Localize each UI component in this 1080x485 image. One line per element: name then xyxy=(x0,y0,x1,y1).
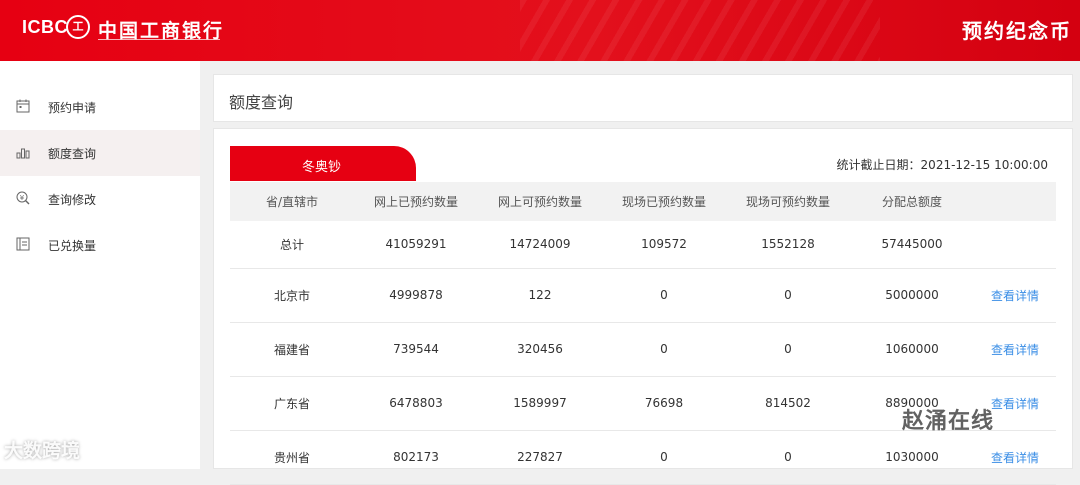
view-details-link[interactable]: 查看详情 xyxy=(974,322,1056,376)
table-cell: 0 xyxy=(784,342,792,356)
table-cell: 739544 xyxy=(393,342,439,356)
page-title-bar: 额度查询 xyxy=(213,74,1073,122)
column-header: 现场已预约数量 xyxy=(621,195,706,209)
table-cell: 4999878 xyxy=(389,288,443,302)
sidebar: 预约申请 额度查询 ¥ 查询修改 已兑换量 xyxy=(0,61,200,469)
table-cell: 0 xyxy=(660,342,668,356)
table-row-total: 总计 41059291 14724009 109572 1552128 5744… xyxy=(230,221,1056,268)
table-cell: 1589997 xyxy=(513,396,567,410)
sidebar-item-reservation[interactable]: 预约申请 xyxy=(0,84,200,130)
header-decoration xyxy=(520,0,880,61)
table-cell: 814502 xyxy=(765,396,811,410)
tab-winter-olympics-note[interactable]: 冬奥钞 xyxy=(230,146,416,181)
sidebar-item-label: 已兑换量 xyxy=(48,239,97,253)
calendar-icon xyxy=(16,99,30,113)
sidebar-item-label: 查询修改 xyxy=(48,193,97,207)
sidebar-item-label: 预约申请 xyxy=(48,101,97,115)
sidebar-item-label: 额度查询 xyxy=(48,147,97,161)
table-cell: 贵州省 xyxy=(273,450,310,465)
table-row: 福建省 739544 320456 0 0 1060000 查看详情 xyxy=(230,322,1056,376)
page-title: 额度查询 xyxy=(229,93,294,112)
table-cell: 320456 xyxy=(517,342,563,356)
stat-date: 统计截止日期：2021-12-15 10:00:00 xyxy=(836,158,1048,172)
sidebar-item-quota[interactable]: 额度查询 xyxy=(0,130,200,176)
svg-text:¥: ¥ xyxy=(20,194,25,202)
column-header: 网上已预约数量 xyxy=(373,195,458,209)
quota-table: 省/直辖市 网上已预约数量 网上可预约数量 现场已预约数量 现场可预约数量 分配… xyxy=(230,182,1056,485)
table-cell: 6478803 xyxy=(389,396,443,410)
table-cell: 76698 xyxy=(644,396,684,410)
icbc-emblem-icon: 工 xyxy=(66,15,90,39)
view-details-link[interactable]: 查看详情 xyxy=(974,268,1056,322)
table-cell: 802173 xyxy=(393,450,439,464)
table-cell: 109572 xyxy=(641,237,687,252)
table-cell: 5000000 xyxy=(885,288,939,302)
table-cell: 北京市 xyxy=(273,288,310,303)
bar-chart-icon xyxy=(16,148,30,159)
app-header: ICBC 工 中国工商银行 预约纪念币 xyxy=(0,0,1080,61)
tab-label: 冬奥钞 xyxy=(302,160,342,175)
table-row: 北京市 4999878 122 0 0 5000000 查看详情 xyxy=(230,268,1056,322)
table-cell: 41059291 xyxy=(385,237,447,252)
column-header: 网上可预约数量 xyxy=(497,195,582,209)
sidebar-item-modify[interactable]: ¥ 查询修改 xyxy=(0,176,200,222)
table-cell: 总计 xyxy=(279,237,304,252)
ledger-icon xyxy=(16,237,30,251)
table-cell: 福建省 xyxy=(273,342,310,357)
column-header: 省/直辖市 xyxy=(265,195,319,209)
table-cell: 14724009 xyxy=(509,237,571,252)
section-title: 预约纪念币 xyxy=(962,19,1072,43)
table-cell: 0 xyxy=(660,288,668,302)
table-cell: 227827 xyxy=(517,450,563,464)
table-header-row: 省/直辖市 网上已预约数量 网上可预约数量 现场已预约数量 现场可预约数量 分配… xyxy=(230,182,1056,221)
watermark-right: 赵涌在线 xyxy=(902,409,995,434)
icbc-logo[interactable]: ICBC xyxy=(22,17,68,38)
table-cell: 广东省 xyxy=(273,396,310,411)
table-cell: 122 xyxy=(528,288,552,302)
table-cell: 1060000 xyxy=(885,342,939,356)
watermark-left: 大数跨境 xyxy=(4,440,81,462)
table-cell: 1552128 xyxy=(761,237,815,252)
sidebar-item-exchanged[interactable]: 已兑换量 xyxy=(0,222,200,268)
bank-name-underline xyxy=(98,39,220,40)
table-cell: 1030000 xyxy=(885,450,939,464)
table-row: 贵州省 802173 227827 0 0 1030000 查看详情 xyxy=(230,430,1056,484)
column-header xyxy=(974,182,1056,221)
coin-search-icon: ¥ xyxy=(16,191,30,205)
column-header: 分配总额度 xyxy=(881,195,942,209)
table-cell: 0 xyxy=(784,288,792,302)
table-cell: 0 xyxy=(784,450,792,464)
table-cell: 0 xyxy=(660,450,668,464)
table-cell xyxy=(974,221,1056,268)
table-cell: 57445000 xyxy=(881,237,943,252)
column-header: 现场可预约数量 xyxy=(745,195,830,209)
view-details-link[interactable]: 查看详情 xyxy=(974,430,1056,484)
